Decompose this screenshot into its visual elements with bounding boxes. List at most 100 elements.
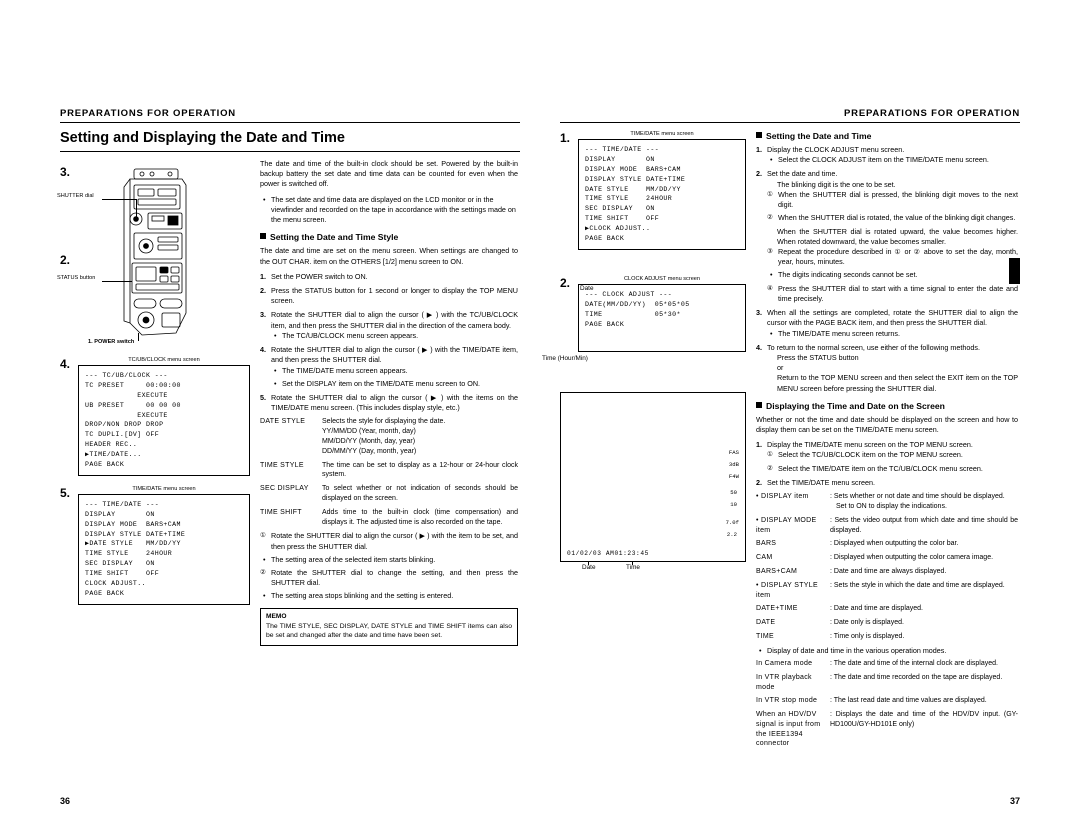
definition-list-left: DATE STYLE Selects the style for display… — [260, 417, 518, 527]
right-page-number: 37 — [1009, 796, 1020, 806]
step-text: When all the settings are completed, rot… — [767, 308, 1018, 328]
screen-block-tcubclock: 4. TC/UB/CLOCK menu screen --- TC/UB/CLO… — [60, 357, 250, 476]
right-page: PREPARATIONS FOR OPERATION 1. TIME/DATE … — [542, 108, 1020, 753]
circled-text: Select the TIME/DATE item on the TC/UB/C… — [778, 463, 983, 473]
definition-desc: To select whether or not indication of s… — [322, 485, 518, 502]
circled-number: ② — [767, 464, 773, 472]
vf-label: 10 — [730, 501, 737, 509]
vf-label: 7.0f — [725, 519, 739, 527]
step-line: Press the STATUS button — [777, 352, 859, 362]
section-heading-displaying-time-date: Displaying the Time and Date on the Scre… — [756, 401, 1018, 411]
definition-term-text: DISPLAY item — [761, 493, 809, 501]
circled-bullet: The setting area stops blinking and the … — [260, 591, 518, 601]
menu-screen-timedate-right: --- TIME/DATE --- DISPLAY ON DISPLAY MOD… — [578, 139, 746, 250]
definition-desc: The time can be set to display as a 12-h… — [322, 461, 518, 479]
circled-text: Rotate the SHUTTER dial to change the se… — [271, 568, 518, 588]
square-bullet-icon — [756, 132, 762, 138]
definition-desc: Selects the style for displaying the dat… — [322, 417, 518, 456]
step-text: Rotate the SHUTTER dial to align the cur… — [271, 392, 518, 413]
vf-label: 50 — [730, 489, 737, 497]
vf-label: FAS — [728, 449, 739, 457]
leader-line-shutter — [102, 199, 136, 200]
step-text: To return to the normal screen, use eith… — [767, 342, 980, 352]
left-title-rule — [60, 151, 520, 152]
step-number: 1. — [756, 440, 762, 450]
marker-3: 3. — [60, 165, 71, 179]
step-item: 3. Rotate the SHUTTER dial to align the c… — [260, 310, 518, 341]
modes-list: In Camera mode : The date and time of th… — [756, 659, 1018, 749]
circled-number: ② — [260, 569, 266, 576]
menu-text-tcubclock: --- TC/UB/CLOCK --- TC PRESET 00:00:00 E… — [85, 372, 181, 469]
screen-block-timedate: 5. TIME/DATE menu screen --- TIME/DATE -… — [60, 486, 250, 605]
step-number: 3. — [260, 310, 266, 320]
vf-leader-date — [588, 562, 589, 566]
square-bullet-icon — [756, 401, 762, 408]
circled-number: ④ — [767, 284, 773, 292]
circled-text: Repeat the procedure described in ① or ②… — [778, 246, 1018, 267]
step-text: Display the CLOCK ADJUST menu screen. — [767, 145, 905, 154]
step-bullet: Set the DISPLAY item on the TIME/DATE me… — [271, 379, 518, 389]
definition-term: SEC DISPLAY — [260, 485, 309, 493]
circled-step: ② Select the TIME/DATE item on the TC/UB/… — [767, 464, 1018, 474]
marker-4: 4. — [60, 357, 71, 371]
step-text: Set the TIME/DATE menu screen. — [767, 477, 875, 487]
camera-illustration: 3. SHUTTER dial 2. STATUS button 1. POWE… — [57, 163, 250, 353]
left-running-head: PREPARATIONS FOR OPERATION — [60, 108, 236, 119]
screen-block-timedate-right: 1. TIME/DATE menu screen --- TIME/DATE -… — [560, 131, 746, 250]
step-text: Rotate the SHUTTER dial to align the cur… — [271, 345, 518, 365]
step-number: 2. — [756, 169, 762, 179]
circled-steps-left: ① Rotate the SHUTTER dial to align the cu… — [260, 531, 518, 602]
label-shutter-dial: SHUTTER dial — [57, 193, 94, 199]
left-illustration-column: 3. SHUTTER dial 2. STATUS button 1. POWE… — [57, 159, 250, 646]
definition-row: BARS : Displayed when outputting the col… — [756, 539, 1018, 549]
menu-text-clockadjust: --- CLOCK ADJUST --- DATE(MM/DD/YY) 05*0… — [585, 290, 690, 328]
definition-term: BARS+CAM — [756, 567, 798, 575]
definition-row: • DISPLAY item : Sets whether or not dat… — [756, 492, 1018, 512]
step-number: 4. — [756, 342, 762, 352]
section1-lead: The date and time are set on the menu sc… — [260, 246, 518, 266]
intro-bullet-1: The set date and time data are displayed… — [260, 195, 518, 226]
circled-step: ② When the SHUTTER dial is rotated, the v… — [767, 213, 1018, 223]
circled-step: ④ Press the SHUTTER dial to start with a … — [767, 284, 1018, 304]
definition-row: DATE STYLE Selects the style for display… — [260, 417, 518, 456]
vf-label: 3dB — [728, 461, 739, 469]
circled-step: ② Rotate the SHUTTER dial to change the s… — [260, 568, 518, 588]
step-text: Press the STATUS button for 1 second or … — [271, 285, 518, 306]
circled-bullet: The digits indicating seconds cannot be … — [767, 270, 1018, 280]
section-heading-date-time-style: Setting the Date and Time Style — [260, 232, 518, 242]
definition-desc: : Sets the style in which the date and t… — [830, 581, 1005, 589]
section-title-text: Displaying the Time and Date on the Scre… — [766, 400, 945, 411]
step-item: 1. Display the TIME/DATE menu screen on t… — [756, 440, 1018, 474]
step-item: 4. Rotate the SHUTTER dial to align the c… — [260, 345, 518, 389]
camera-drawing — [123, 168, 187, 336]
definition-desc: : Displayed when outputting the color ba… — [830, 540, 959, 548]
marker-r1: 1. — [560, 131, 571, 145]
definition-term: TIME SHIFT — [260, 508, 302, 516]
definition-term: • DISPLAY MODE item — [756, 516, 817, 534]
left-header-rule — [60, 122, 520, 123]
step-text: Display the TIME/DATE menu screen on the… — [767, 440, 973, 450]
steps-list-right: 1. Display the CLOCK ADJUST menu screen. … — [756, 145, 1018, 394]
definition-desc: : Date only is displayed. — [830, 619, 904, 627]
definition-desc: : Date and time are displayed. — [830, 605, 923, 613]
mode-row: In VTR playback mode : The date and time… — [756, 673, 1018, 693]
step-bullet: The TIME/DATE menu screen returns. — [767, 329, 1018, 339]
right-header-rule — [560, 122, 1020, 123]
section-title-text: Setting the Date and Time Style — [270, 232, 399, 243]
definition-desc: : Sets whether or not date and time shou… — [830, 492, 1018, 512]
memo-text: The TIME STYLE, SEC DISPLAY, DATE STYLE … — [266, 622, 512, 640]
definition-extra-line: YY/MM/DD (Year, month, day) — [322, 428, 416, 436]
step-item: 2. Press the STATUS button for 1 second o… — [260, 286, 518, 306]
vf-label: 2.2 — [726, 531, 737, 539]
label-status-button: STATUS button — [57, 275, 96, 281]
menu-text-timedate-right: --- TIME/DATE --- DISPLAY ON DISPLAY MOD… — [585, 146, 686, 243]
right-text-column: Setting the Date and Time 1. Display the … — [756, 131, 1018, 753]
definition-term: • DISPLAY item — [756, 493, 809, 501]
step-bullet: The TC/UB/CLOCK menu screen appears. — [271, 331, 518, 341]
step-number: 1. — [260, 271, 266, 281]
step-bullet: Select the CLOCK ADJUST item on the TIME… — [767, 155, 1018, 165]
definition-row: DATE : Date only is displayed. — [756, 618, 1018, 628]
definition-row: BARS+CAM : Date and time are always disp… — [756, 567, 1018, 577]
marker-5: 5. — [60, 485, 71, 500]
step-number: 2. — [260, 285, 266, 295]
